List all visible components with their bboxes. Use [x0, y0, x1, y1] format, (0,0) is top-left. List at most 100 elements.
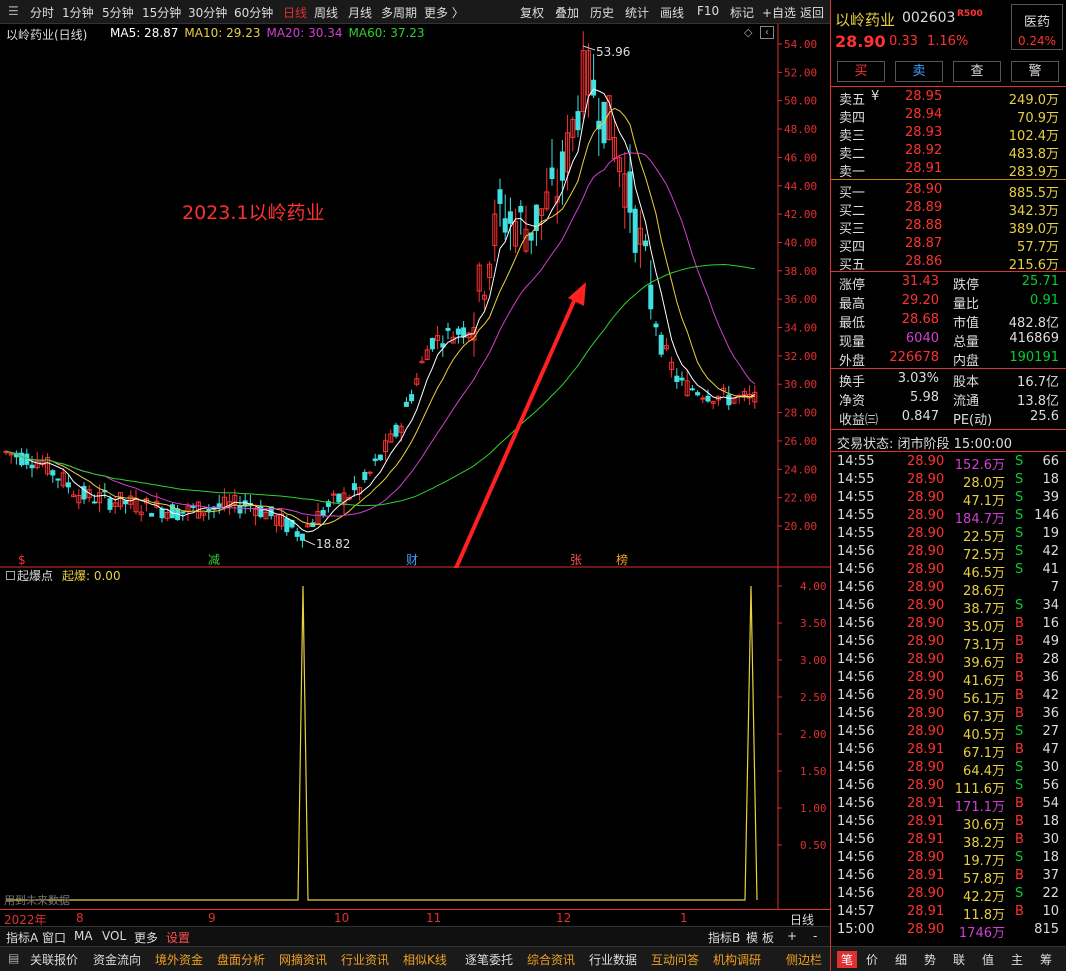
- action-button-3[interactable]: 警: [1011, 61, 1059, 82]
- action-button-0[interactable]: 买: [837, 61, 885, 82]
- action-button-2[interactable]: 查: [953, 61, 1001, 82]
- period-tab-9[interactable]: 多周期: [381, 4, 417, 21]
- tick-row[interactable]: 14:56 28.90 67.3万 B 36: [831, 705, 1066, 725]
- tick-row[interactable]: 14:56 28.90 56.1万 B 42: [831, 687, 1066, 707]
- indicator-tool-5[interactable]: 设置: [166, 929, 190, 946]
- action-button-1[interactable]: 卖: [895, 61, 943, 82]
- tick-row[interactable]: 14:56 28.90 39.6万 B 28: [831, 651, 1066, 671]
- bottom-tab-12[interactable]: 侧边栏: [786, 951, 822, 968]
- tick-row[interactable]: 14:55 28.90 152.6万 S 66: [831, 453, 1066, 473]
- indicator-tool-right-3[interactable]: +: [787, 929, 797, 943]
- tool-button-3[interactable]: 统计: [625, 4, 649, 21]
- period-tab-10[interactable]: 更多 〉: [424, 4, 464, 21]
- diamond-icon[interactable]: ◇: [744, 26, 752, 39]
- period-tab-8[interactable]: 月线: [348, 4, 372, 21]
- ask-row[interactable]: 卖五 ¥28.95 249.0万: [831, 88, 1066, 108]
- bottom-tab-0[interactable]: 关联报价: [30, 951, 78, 968]
- bottom-tab-9[interactable]: 行业数据: [589, 951, 637, 968]
- indicator-tool-right-4[interactable]: -: [813, 929, 817, 943]
- panel-tab-1[interactable]: 价: [866, 951, 878, 968]
- indicator-chart[interactable]: 4.00 3.50 3.00 2.50 2.00 1.50 1.00 0.50 起爆点 起爆:…: [0, 566, 830, 909]
- indicator-tool-right-1[interactable]: 模: [746, 929, 758, 946]
- tool-button-8[interactable]: 返回: [800, 4, 824, 21]
- period-tab-6[interactable]: 日线: [283, 4, 307, 21]
- period-tab-5[interactable]: 60分钟: [234, 4, 273, 21]
- tick-row[interactable]: 14:56 28.90 19.7万 S 18: [831, 849, 1066, 869]
- tick-row[interactable]: 14:56 28.91 171.1万 B 54: [831, 795, 1066, 815]
- panel-tab-4[interactable]: 联: [953, 951, 965, 968]
- kline-svg[interactable]: 54.00 52.00 50.00 48.00 46.00 44.00 42.00 40.00…: [0, 24, 830, 843]
- tick-row[interactable]: 14:57 28.91 11.8万 B 10: [831, 903, 1066, 923]
- tick-row[interactable]: 14:56 28.90 64.4万 S 30: [831, 759, 1066, 779]
- collapse-icon[interactable]: ‹: [760, 26, 774, 39]
- tool-button-1[interactable]: 叠加: [555, 4, 579, 21]
- tool-button-4[interactable]: 画线: [660, 4, 684, 21]
- tool-button-5[interactable]: F10: [697, 4, 719, 18]
- tick-row[interactable]: 14:56 28.90 38.7万 S 34: [831, 597, 1066, 617]
- bid-row[interactable]: 买一 28.90 885.5万: [831, 181, 1066, 201]
- tool-button-7[interactable]: +自选: [762, 4, 796, 21]
- tick-row[interactable]: 14:55 28.90 184.7万 S 146: [831, 507, 1066, 527]
- tick-row[interactable]: 14:56 28.90 46.5万 S 41: [831, 561, 1066, 581]
- tick-row[interactable]: 14:56 28.90 42.2万 S 22: [831, 885, 1066, 905]
- panel-tab-5[interactable]: 值: [982, 951, 994, 968]
- bottom-tab-2[interactable]: 境外资金: [155, 951, 203, 968]
- period-tab-3[interactable]: 15分钟: [142, 4, 181, 21]
- tick-row[interactable]: 14:56 28.91 67.1万 B 47: [831, 741, 1066, 761]
- bottom-tab-7[interactable]: 逐笔委托: [465, 951, 513, 968]
- sector-box[interactable]: 医药 0.24%: [1011, 4, 1063, 50]
- indicator-tool-1[interactable]: 窗口: [42, 929, 66, 946]
- bottom-tab-8[interactable]: 综合资讯: [527, 951, 575, 968]
- tool-button-0[interactable]: 复权: [520, 4, 544, 21]
- tick-row[interactable]: 14:55 28.90 47.1万 S 39: [831, 489, 1066, 509]
- tool-button-2[interactable]: 历史: [590, 4, 614, 21]
- tick-row[interactable]: 15:00 28.90 1746万 815: [831, 921, 1066, 941]
- bottom-tab-11[interactable]: 机构调研: [713, 951, 761, 968]
- kline-chart[interactable]: 54.00 52.00 50.00 48.00 46.00 44.00 42.00 40.00…: [0, 24, 830, 843]
- period-tab-4[interactable]: 30分钟: [188, 4, 227, 21]
- panel-tab-7[interactable]: 筹: [1040, 951, 1052, 968]
- bid-row[interactable]: 买四 28.87 57.7万: [831, 235, 1066, 255]
- tick-row[interactable]: 14:56 28.90 40.5万 S 27: [831, 723, 1066, 743]
- bottom-tab-10[interactable]: 互动问答: [651, 951, 699, 968]
- tab-toggle-icon[interactable]: ▤: [8, 951, 19, 965]
- tick-row[interactable]: 14:56 28.91 30.6万 B 18: [831, 813, 1066, 833]
- bid-row[interactable]: 买二 28.89 342.3万: [831, 199, 1066, 219]
- panel-tab-6[interactable]: 主: [1011, 951, 1023, 968]
- ask-row[interactable]: 卖二 28.92 483.8万: [831, 142, 1066, 162]
- ask-row[interactable]: 卖四 28.94 70.9万: [831, 106, 1066, 126]
- bottom-tab-6[interactable]: 相似K线: [403, 951, 447, 968]
- bid-row[interactable]: 买五 28.86 215.6万: [831, 253, 1066, 273]
- panel-tab-3[interactable]: 势: [924, 951, 936, 968]
- tick-row[interactable]: 14:56 28.90 73.1万 B 49: [831, 633, 1066, 653]
- ask-row[interactable]: 卖一 28.91 283.9万: [831, 160, 1066, 180]
- indicator-tool-0[interactable]: 指标A: [6, 929, 38, 946]
- tick-row[interactable]: 14:56 28.90 72.5万 S 42: [831, 543, 1066, 563]
- indicator-tool-right-2[interactable]: 板: [762, 929, 774, 946]
- tick-row[interactable]: 14:55 28.90 22.5万 S 19: [831, 525, 1066, 545]
- indicator-tool-2[interactable]: MA: [74, 929, 93, 943]
- bottom-tab-1[interactable]: 资金流向: [93, 951, 141, 968]
- tick-row[interactable]: 14:56 28.90 28.6万 7: [831, 579, 1066, 599]
- ask-row[interactable]: 卖三 28.93 102.4万: [831, 124, 1066, 144]
- period-tab-1[interactable]: 1分钟: [62, 4, 94, 21]
- menu-icon[interactable]: ☰: [8, 4, 19, 18]
- tick-row[interactable]: 14:55 28.90 28.0万 S 18: [831, 471, 1066, 491]
- indicator-svg[interactable]: 4.00 3.50 3.00 2.50 2.00 1.50 1.00 0.50: [0, 566, 830, 909]
- bid-row[interactable]: 买三 28.88 389.0万: [831, 217, 1066, 237]
- tick-row[interactable]: 14:56 28.90 41.6万 B 36: [831, 669, 1066, 689]
- tick-row[interactable]: 14:56 28.90 111.6万 S 56: [831, 777, 1066, 797]
- panel-tab-2[interactable]: 细: [895, 951, 907, 968]
- tick-row[interactable]: 14:56 28.91 38.2万 B 30: [831, 831, 1066, 851]
- period-tab-2[interactable]: 5分钟: [102, 4, 134, 21]
- tick-row[interactable]: 14:56 28.91 57.8万 B 37: [831, 867, 1066, 887]
- bottom-tab-4[interactable]: 网摘资讯: [279, 951, 327, 968]
- period-tab-0[interactable]: 分时: [30, 4, 54, 21]
- tick-row[interactable]: 14:56 28.90 35.0万 B 16: [831, 615, 1066, 635]
- bottom-tab-3[interactable]: 盘面分析: [217, 951, 265, 968]
- bottom-tab-5[interactable]: 行业资讯: [341, 951, 389, 968]
- panel-tab-0[interactable]: 笔: [837, 951, 858, 968]
- indicator-tool-4[interactable]: 更多: [134, 929, 158, 946]
- period-tab-7[interactable]: 周线: [314, 4, 338, 21]
- tool-button-6[interactable]: 标记: [730, 4, 754, 21]
